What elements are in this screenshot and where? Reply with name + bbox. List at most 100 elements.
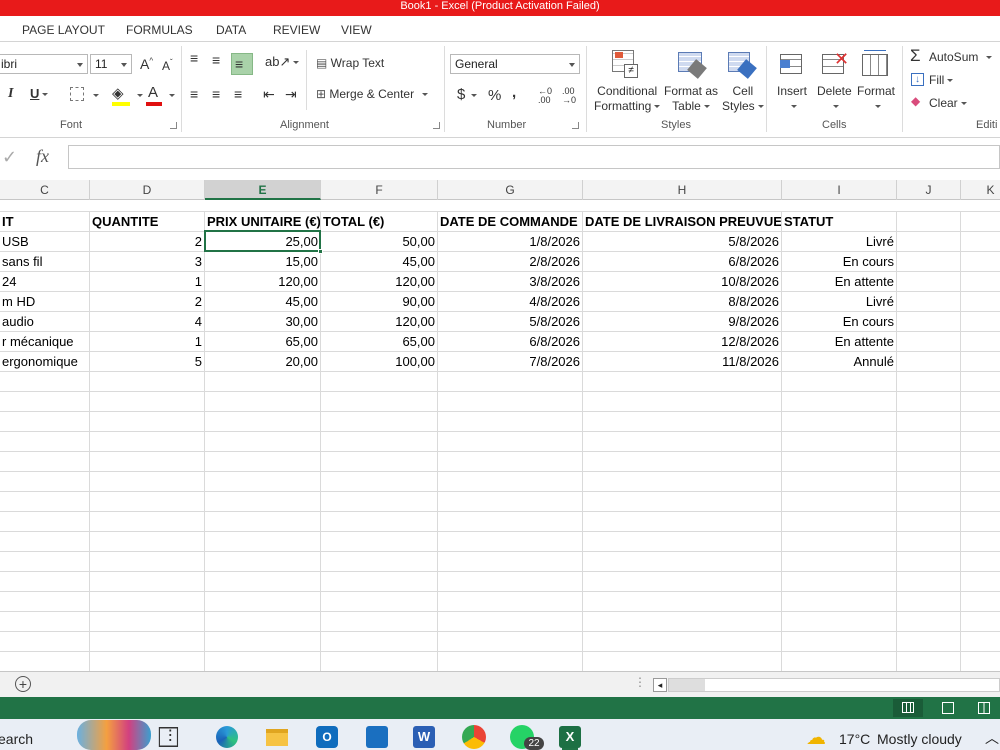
table-cell[interactable]: 50,00: [321, 232, 438, 252]
table-cell[interactable]: 6/8/2026: [438, 332, 583, 352]
weather-description[interactable]: Mostly cloudy: [877, 731, 962, 747]
table-cell[interactable]: [897, 552, 961, 572]
table-cell[interactable]: [321, 472, 438, 492]
chevron-up-icon[interactable]: ︿: [985, 728, 999, 748]
table-cell[interactable]: 20,00: [205, 352, 321, 372]
word-icon[interactable]: W: [413, 726, 435, 748]
table-cell[interactable]: r mécanique: [0, 332, 90, 352]
table-cell[interactable]: Livré: [782, 292, 897, 312]
table-cell[interactable]: [90, 392, 205, 412]
table-cell[interactable]: [782, 372, 897, 392]
table-cell[interactable]: [961, 392, 1000, 412]
table-cell[interactable]: [583, 492, 782, 512]
header-cell[interactable]: DATE DE COMMANDE: [438, 212, 583, 232]
table-cell[interactable]: [438, 572, 583, 592]
table-cell[interactable]: 8/8/2026: [583, 292, 782, 312]
table-cell[interactable]: [0, 552, 90, 572]
edge-icon[interactable]: [216, 726, 238, 748]
increase-decimal-icon[interactable]: ←0.00: [538, 87, 552, 105]
table-cell[interactable]: 3/8/2026: [438, 272, 583, 292]
table-cell[interactable]: [205, 612, 321, 632]
outlook-icon[interactable]: O: [316, 726, 338, 748]
table-cell[interactable]: [321, 452, 438, 472]
table-cell[interactable]: [205, 632, 321, 652]
table-cell[interactable]: [961, 572, 1000, 592]
table-cell[interactable]: [782, 632, 897, 652]
table-cell[interactable]: [0, 632, 90, 652]
table-cell[interactable]: [0, 512, 90, 532]
table-cell[interactable]: 1: [90, 332, 205, 352]
table-cell[interactable]: [205, 492, 321, 512]
table-cell[interactable]: USB: [0, 232, 90, 252]
table-cell[interactable]: [321, 412, 438, 432]
table-cell[interactable]: [897, 272, 961, 292]
table-cell[interactable]: En cours: [782, 252, 897, 272]
align-center-icon[interactable]: ≡: [212, 86, 220, 102]
comma-button[interactable]: ,: [512, 84, 516, 101]
table-cell[interactable]: [90, 532, 205, 552]
splitter-icon[interactable]: ⋮: [634, 675, 646, 689]
table-cell[interactable]: [961, 452, 1000, 472]
cell-styles-button[interactable]: Cell Styles: [722, 84, 764, 114]
table-cell[interactable]: [205, 372, 321, 392]
table-cell[interactable]: [961, 292, 1000, 312]
table-cell[interactable]: [321, 392, 438, 412]
table-cell[interactable]: [961, 512, 1000, 532]
table-cell[interactable]: 12/8/2026: [583, 332, 782, 352]
tab-formulas[interactable]: FORMULAS: [126, 23, 193, 37]
table-cell[interactable]: 30,00: [205, 312, 321, 332]
underline-button[interactable]: U: [30, 86, 49, 101]
table-cell[interactable]: 1: [90, 272, 205, 292]
table-cell[interactable]: [321, 492, 438, 512]
table-cell[interactable]: [961, 432, 1000, 452]
tab-page-layout[interactable]: PAGE LAYOUT: [22, 23, 105, 37]
percent-button[interactable]: %: [488, 87, 501, 104]
table-cell[interactable]: [897, 372, 961, 392]
table-cell[interactable]: [583, 452, 782, 472]
table-cell[interactable]: 4/8/2026: [438, 292, 583, 312]
table-cell[interactable]: [897, 292, 961, 312]
table-cell[interactable]: 11/8/2026: [583, 352, 782, 372]
table-cell[interactable]: [0, 612, 90, 632]
conditional-formatting-button[interactable]: Conditional Formatting: [594, 84, 661, 114]
table-cell[interactable]: [205, 512, 321, 532]
column-header-j[interactable]: J: [897, 180, 961, 200]
horizontal-scrollbar[interactable]: [668, 678, 1000, 692]
table-cell[interactable]: 2: [90, 232, 205, 252]
align-right-icon[interactable]: ≡: [234, 86, 242, 102]
alignment-dialog-launcher[interactable]: [433, 122, 440, 129]
table-cell[interactable]: [90, 412, 205, 432]
table-cell[interactable]: [438, 452, 583, 472]
table-cell[interactable]: [321, 592, 438, 612]
table-cell[interactable]: [90, 512, 205, 532]
table-cell[interactable]: [961, 372, 1000, 392]
table-cell[interactable]: [961, 492, 1000, 512]
table-cell[interactable]: [583, 472, 782, 492]
table-cell[interactable]: [782, 612, 897, 632]
page-layout-view-icon[interactable]: [942, 702, 954, 714]
table-cell[interactable]: [205, 572, 321, 592]
delete-button[interactable]: Delete: [817, 84, 852, 114]
table-cell[interactable]: 120,00: [321, 272, 438, 292]
tab-data[interactable]: DATA: [216, 23, 246, 37]
table-cell[interactable]: [961, 352, 1000, 372]
table-cell[interactable]: [897, 332, 961, 352]
table-cell[interactable]: [321, 612, 438, 632]
table-cell[interactable]: [0, 392, 90, 412]
table-cell[interactable]: [90, 432, 205, 452]
table-cell[interactable]: [897, 532, 961, 552]
table-cell[interactable]: [90, 652, 205, 671]
fill-handle[interactable]: [318, 249, 323, 254]
table-cell[interactable]: [90, 372, 205, 392]
table-cell[interactable]: En attente: [782, 272, 897, 292]
table-cell[interactable]: [782, 552, 897, 572]
header-cell[interactable]: STATUT: [782, 212, 897, 232]
table-cell[interactable]: [438, 472, 583, 492]
table-cell[interactable]: [897, 632, 961, 652]
table-cell[interactable]: 7/8/2026: [438, 352, 583, 372]
font-name-select[interactable]: ibri: [0, 54, 88, 74]
table-cell[interactable]: 120,00: [205, 272, 321, 292]
column-header-f[interactable]: F: [321, 180, 438, 200]
table-cell[interactable]: [0, 532, 90, 552]
table-cell[interactable]: [782, 432, 897, 452]
